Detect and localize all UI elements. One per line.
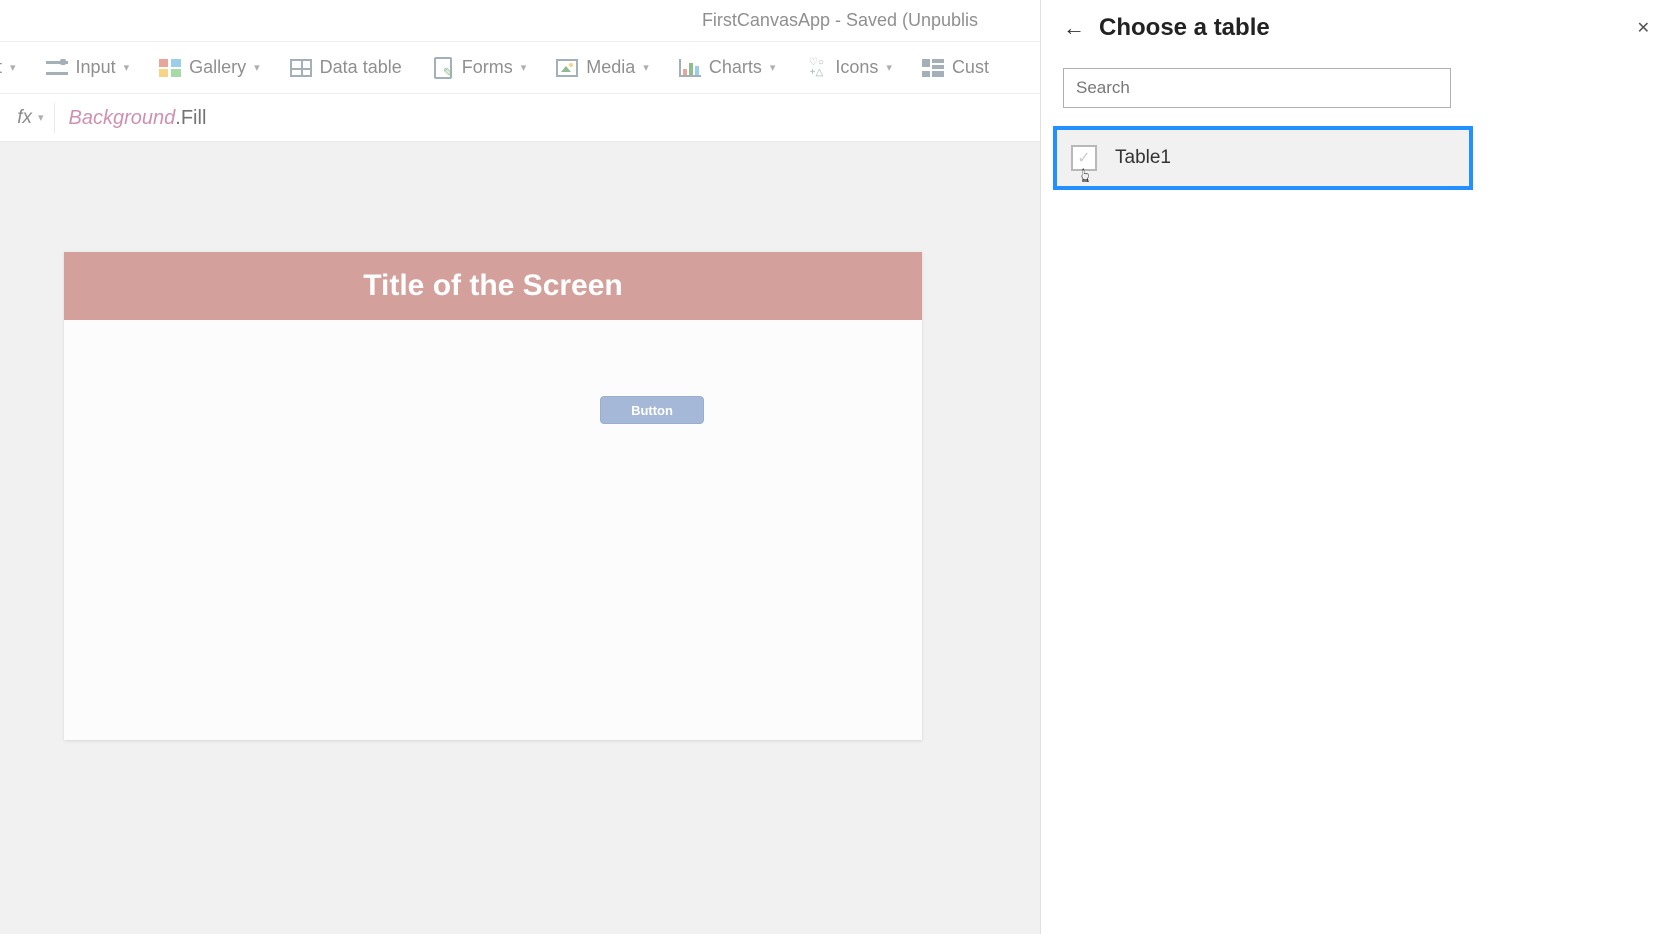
- media-icon: [556, 57, 578, 79]
- chevron-down-icon: ▾: [124, 61, 130, 74]
- formula-expression[interactable]: Background.Fill: [69, 105, 207, 130]
- table-icon: [290, 57, 312, 79]
- ribbon-input-label: Input: [76, 57, 116, 78]
- app-title-text: FirstCanvasApp - Saved (Unpublis: [702, 10, 978, 31]
- ribbon-forms-label: Forms: [462, 57, 513, 78]
- chevron-down-icon: ▾: [521, 61, 527, 74]
- table-search-input[interactable]: [1063, 68, 1451, 108]
- table-checkbox[interactable]: ✓ 👆︎: [1071, 145, 1097, 171]
- icons-icon: ♡○+△: [805, 57, 827, 79]
- chevron-down-icon: ▾: [10, 61, 16, 74]
- cursor-pointer-icon: 👆︎: [1081, 165, 1090, 188]
- screen-button[interactable]: Button: [600, 396, 704, 424]
- chevron-down-icon: ▾: [643, 61, 649, 74]
- divider: [54, 103, 55, 133]
- choose-table-panel: ← Choose a table ✕ ✓ 👆︎ Table1: [1040, 0, 1680, 934]
- ribbon-datatable-button[interactable]: Data table: [290, 57, 402, 79]
- gallery-icon: [159, 57, 181, 79]
- chart-icon: [679, 57, 701, 79]
- ribbon-gallery-dropdown[interactable]: Gallery ▾: [159, 57, 260, 79]
- fx-label: fx: [0, 107, 32, 129]
- ribbon-datatable-label: Data table: [320, 57, 402, 78]
- ribbon-text-label: ext: [0, 57, 2, 78]
- form-icon: [432, 57, 454, 79]
- sliders-icon: [46, 57, 68, 79]
- ribbon-text-dropdown[interactable]: ext ▾: [0, 57, 16, 78]
- formula-property: .Fill: [175, 107, 206, 129]
- screen-title-label[interactable]: Title of the Screen: [64, 252, 922, 320]
- ribbon-media-dropdown[interactable]: Media ▾: [556, 57, 649, 79]
- panel-header: ← Choose a table ✕: [1063, 14, 1658, 42]
- chevron-down-icon: ▾: [770, 61, 776, 74]
- close-icon[interactable]: ✕: [1629, 14, 1658, 42]
- chevron-down-icon[interactable]: ▾: [38, 111, 44, 124]
- table-option-label: Table1: [1115, 147, 1171, 169]
- table-option-table1[interactable]: ✓ 👆︎ Table1: [1053, 126, 1473, 190]
- ribbon-media-label: Media: [586, 57, 635, 78]
- ribbon-gallery-label: Gallery: [189, 57, 246, 78]
- ribbon-custom-label: Cust: [952, 57, 989, 78]
- ribbon-input-dropdown[interactable]: Input ▾: [46, 57, 130, 79]
- back-arrow-icon[interactable]: ←: [1063, 17, 1085, 39]
- ribbon-icons-label: Icons: [835, 57, 878, 78]
- ribbon-charts-label: Charts: [709, 57, 762, 78]
- ribbon-charts-dropdown[interactable]: Charts ▾: [679, 57, 776, 79]
- chevron-down-icon: ▾: [254, 61, 260, 74]
- ribbon-icons-dropdown[interactable]: ♡○+△ Icons ▾: [805, 57, 892, 79]
- screen-button-label: Button: [631, 403, 673, 418]
- panel-title: Choose a table: [1099, 14, 1615, 42]
- custom-icon: [922, 57, 944, 79]
- app-screen[interactable]: Title of the Screen Button: [64, 252, 922, 740]
- ribbon-custom-button[interactable]: Cust: [922, 57, 989, 79]
- chevron-down-icon: ▾: [886, 61, 892, 74]
- formula-identifier: Background: [69, 107, 176, 129]
- ribbon-forms-dropdown[interactable]: Forms ▾: [432, 57, 527, 79]
